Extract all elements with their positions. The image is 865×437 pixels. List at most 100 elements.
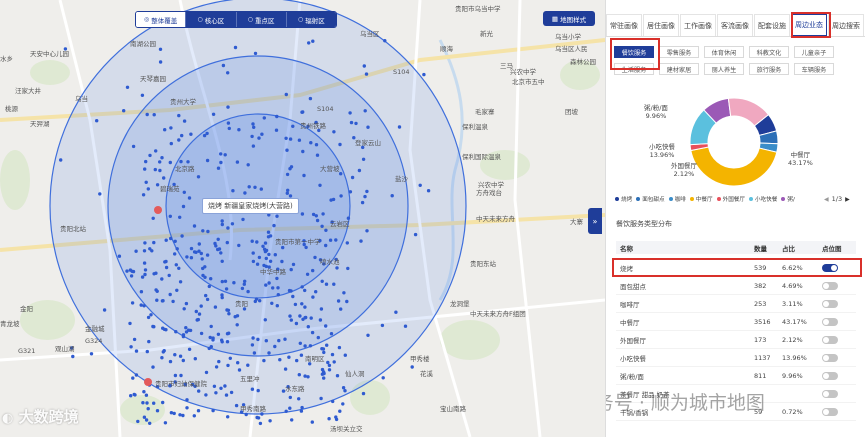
map-point-toggle[interactable]	[822, 335, 838, 344]
poi-dot	[297, 373, 301, 377]
poi-dot	[132, 337, 137, 342]
row-percent: 9.96%	[782, 371, 803, 380]
poi-dot	[134, 249, 138, 253]
poi-dot	[300, 405, 304, 410]
poi-dot	[319, 307, 324, 311]
tab-resident[interactable]: 常驻画像	[606, 14, 642, 36]
category-beauty[interactable]: 丽人养生	[704, 63, 744, 75]
poi-dot	[226, 121, 231, 125]
poi-dot	[228, 356, 232, 360]
collapse-panel-button[interactable]: »	[588, 208, 602, 234]
map-point-toggle[interactable]	[822, 371, 838, 380]
poi-dot	[250, 134, 254, 139]
tab-surrounding-search[interactable]: 周边搜索	[828, 14, 864, 36]
map-view[interactable]: ◎ 整体覆盖 ○ 核心区 ○ 重点区 ○ 辐射区 ▦ 地图样式 贵阳市乌当中学 南湖公园 乌当…	[0, 0, 605, 437]
poi-dot	[315, 218, 320, 223]
legend-item[interactable]: 外国餐厅	[716, 195, 745, 203]
poi-dot	[207, 284, 211, 289]
poi-dot	[209, 324, 213, 329]
prev-page-icon[interactable]: ◀	[824, 196, 829, 203]
slice-chinese[interactable]	[690, 146, 778, 187]
poi-dot	[212, 384, 217, 388]
poi-dot	[213, 305, 218, 309]
map-point-toggle[interactable]	[822, 281, 838, 290]
tab-facilities[interactable]: 配套设施	[754, 14, 790, 36]
tab-living[interactable]: 居住画像	[643, 14, 679, 36]
poi-dot	[203, 265, 207, 269]
layers-icon: ▦	[551, 14, 559, 23]
poi-dot	[145, 401, 149, 405]
category-travel[interactable]: 旅行服务	[749, 63, 789, 75]
map-label: 乌当	[75, 95, 88, 103]
poi-dot	[338, 142, 342, 147]
scope-tab-core[interactable]: ○ 核心区	[186, 12, 237, 27]
poi-dot	[193, 357, 197, 361]
poi-dot	[161, 350, 165, 354]
category-retail[interactable]: 零售服务	[659, 46, 699, 58]
map-point-toggle[interactable]	[822, 353, 838, 362]
poi-dot	[182, 119, 187, 123]
category-sports[interactable]: 体育休闲	[704, 46, 744, 58]
circle-icon: ○	[197, 16, 203, 23]
category-education[interactable]: 科教文化	[749, 46, 789, 58]
logo-icon: ◐	[2, 411, 14, 426]
poi-dot	[288, 406, 292, 410]
map-point-toggle[interactable]	[822, 317, 838, 326]
map-label: 花溪	[420, 370, 433, 378]
tab-work[interactable]: 工作画像	[680, 14, 716, 36]
map-label: 天羿湖	[30, 120, 50, 128]
legend-item[interactable]: 小吃快餐	[748, 195, 777, 203]
tab-traffic[interactable]: 客流画像	[717, 14, 753, 36]
poi-dot	[205, 131, 209, 136]
legend-item[interactable]: 咖啡	[668, 195, 686, 203]
poi-dot	[267, 281, 271, 285]
legend-dot	[689, 197, 694, 201]
map-style-button[interactable]: ▦ 地图样式	[543, 11, 595, 26]
poi-dot	[160, 277, 164, 281]
scope-tab-all[interactable]: ◎ 整体覆盖	[136, 12, 187, 27]
row-count: 173	[754, 335, 767, 344]
poi-dot	[318, 318, 323, 322]
map-label: 大营坡	[320, 165, 340, 173]
poi-dot	[185, 255, 189, 259]
poi-dot	[164, 265, 169, 270]
next-page-icon[interactable]: ▶	[845, 196, 850, 203]
legend-item[interactable]: 烧烤	[615, 195, 632, 203]
legend-item[interactable]: 粥/	[781, 195, 795, 203]
scope-tab-radiation[interactable]: ○ 辐射区	[286, 12, 336, 27]
poi-dot	[328, 238, 333, 242]
poi-dot	[320, 279, 324, 283]
poi-dot	[179, 373, 183, 378]
poi-dot	[364, 72, 369, 76]
poi-dot	[354, 121, 358, 126]
poi-dot	[283, 367, 288, 371]
poi-dot	[203, 275, 207, 279]
legend-item[interactable]: 中餐厅	[689, 195, 713, 203]
category-home[interactable]: 建材家居	[659, 63, 699, 75]
poi-dot	[235, 314, 240, 318]
poi-dot	[346, 266, 350, 271]
poi-dot	[410, 365, 414, 369]
map-label: 甲秀南路	[240, 405, 266, 413]
map-label: 天琴嘉园	[140, 75, 166, 83]
poi-dot	[205, 297, 210, 302]
poi-dot	[275, 114, 279, 119]
poi-dot	[291, 294, 295, 299]
map-point-toggle[interactable]	[822, 389, 838, 398]
legend-item[interactable]: 面包甜点	[636, 195, 665, 203]
poi-dot	[397, 125, 402, 129]
scope-tab-key[interactable]: ○ 重点区	[236, 12, 287, 27]
poi-dot	[196, 175, 201, 179]
poi-dot	[143, 241, 147, 245]
category-kids[interactable]: 儿童亲子	[794, 46, 834, 58]
category-vehicle[interactable]: 车辆服务	[794, 63, 834, 75]
map-point-toggle[interactable]	[822, 407, 838, 416]
poi-dot	[168, 214, 172, 218]
poi-dot	[152, 401, 156, 405]
poi-dot	[179, 159, 183, 164]
legend-dot	[615, 197, 619, 201]
map-point-toggle[interactable]	[822, 299, 838, 308]
poi-dot	[142, 390, 146, 394]
page-indicator: 1/3	[831, 195, 843, 203]
map-label: G321	[18, 347, 36, 355]
